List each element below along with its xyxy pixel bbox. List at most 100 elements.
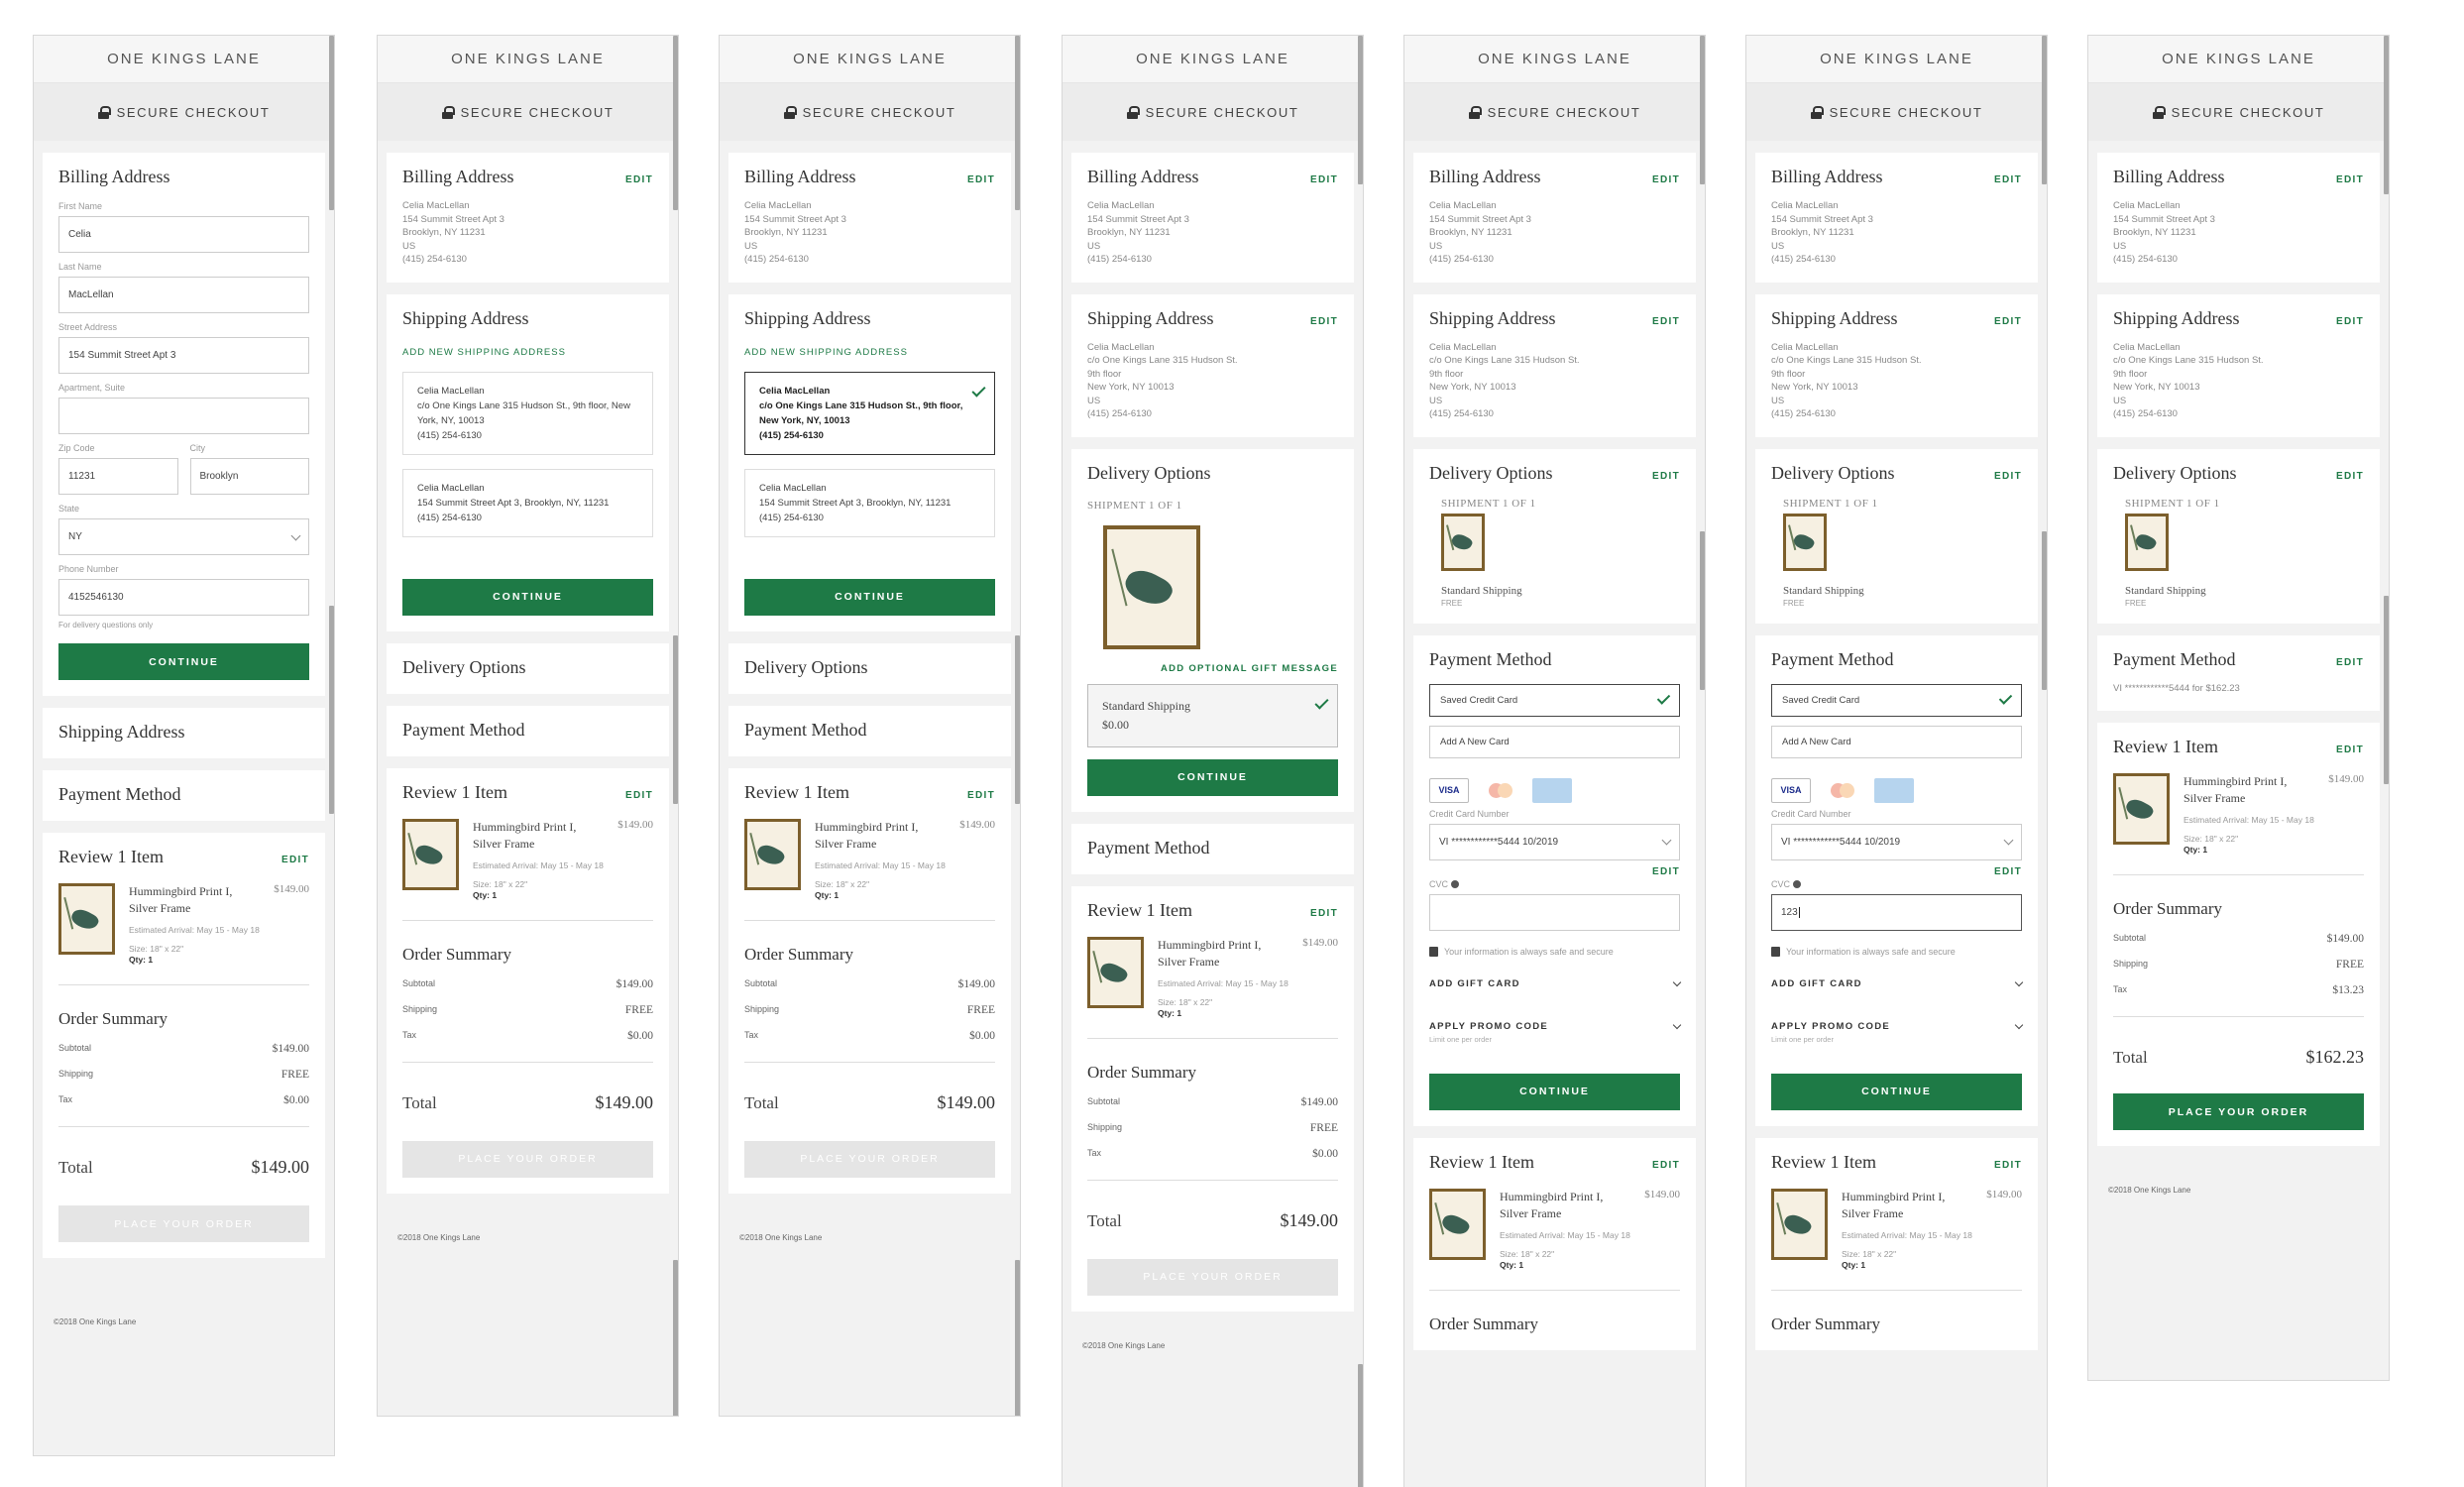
continue-button[interactable]: CONTINUE	[1771, 1073, 2022, 1110]
add-shipping-address-link[interactable]: ADD NEW SHIPPING ADDRESS	[744, 347, 995, 358]
cvc-input[interactable]	[1429, 893, 1680, 931]
saved-card-option[interactable]: Saved Credit Card	[1771, 683, 2022, 717]
gift-message-link[interactable]: ADD OPTIONAL GIFT MESSAGE	[1087, 663, 1338, 674]
scrollbar-lower[interactable]	[1015, 635, 1020, 804]
delivery-options-collapsed[interactable]: Delivery Options	[387, 642, 669, 694]
saved-card-option[interactable]: Saved Credit Card	[1429, 683, 1680, 717]
scrollbar[interactable]	[2042, 36, 2047, 184]
brand-header[interactable]: ONE KINGS LANE	[2088, 36, 2389, 83]
edit-delivery-link[interactable]: EDIT	[1994, 471, 2022, 482]
product-thumbnail[interactable]	[1771, 1188, 1828, 1260]
edit-shipping-link[interactable]: EDIT	[1994, 316, 2022, 327]
add-gift-card-toggle[interactable]: ADD GIFT CARD	[1429, 977, 1682, 989]
scrollbar[interactable]	[1015, 36, 1020, 210]
brand-header[interactable]: ONE KINGS LANE	[378, 36, 678, 83]
scrollbar-lower[interactable]	[2042, 531, 2047, 690]
new-card-option[interactable]: Add A New Card	[1429, 725, 1680, 758]
add-gift-card-toggle[interactable]: ADD GIFT CARD	[1771, 977, 2024, 989]
continue-button[interactable]: CONTINUE	[402, 578, 653, 616]
scrollbar-bottom[interactable]	[1015, 1260, 1020, 1416]
edit-billing-link[interactable]: EDIT	[2336, 174, 2364, 185]
scrollbar-lower[interactable]	[2384, 596, 2389, 784]
edit-billing-link[interactable]: EDIT	[1994, 174, 2022, 185]
card-number-select[interactable]: VI ************5444 10/2019	[1429, 823, 1680, 860]
brand-header[interactable]: ONE KINGS LANE	[1404, 36, 1705, 83]
edit-review-link[interactable]: EDIT	[1994, 1160, 2022, 1171]
edit-delivery-link[interactable]: EDIT	[1652, 471, 1680, 482]
edit-shipping-link[interactable]: EDIT	[2336, 316, 2364, 327]
place-order-button-disabled[interactable]: PLACE YOUR ORDER	[1087, 1258, 1338, 1296]
place-order-button[interactable]: PLACE YOUR ORDER	[2113, 1093, 2364, 1130]
brand-header[interactable]: ONE KINGS LANE	[34, 36, 334, 83]
apply-promo-toggle[interactable]: APPLY PROMO CODE	[1429, 1020, 1682, 1032]
brand-header[interactable]: ONE KINGS LANE	[1746, 36, 2047, 83]
payment-method-collapsed[interactable]: Payment Method	[728, 705, 1011, 756]
scrollbar[interactable]	[1358, 36, 1363, 184]
product-thumbnail[interactable]	[1429, 1188, 1486, 1260]
new-card-option[interactable]: Add A New Card	[1771, 725, 2022, 758]
scrollbar-lower[interactable]	[1358, 1364, 1363, 1487]
payment-method-collapsed[interactable]: Payment Method	[387, 705, 669, 756]
product-thumbnail[interactable]	[58, 883, 115, 955]
place-order-button-disabled[interactable]: PLACE YOUR ORDER	[58, 1205, 309, 1242]
edit-shipping-link[interactable]: EDIT	[1310, 316, 1338, 327]
continue-button[interactable]: CONTINUE	[744, 578, 995, 616]
payment-method-collapsed[interactable]: Payment Method	[1071, 823, 1354, 874]
edit-billing-link[interactable]: EDIT	[1652, 174, 1680, 185]
continue-button[interactable]: CONTINUE	[1429, 1073, 1680, 1110]
last-name-input[interactable]: MacLellan	[58, 277, 309, 313]
product-thumbnail[interactable]	[744, 818, 801, 890]
first-name-input[interactable]: Celia	[58, 216, 309, 253]
edit-review-link[interactable]: EDIT	[967, 790, 995, 801]
edit-billing-link[interactable]: EDIT	[967, 174, 995, 185]
place-order-button-disabled[interactable]: PLACE YOUR ORDER	[402, 1140, 653, 1178]
zip-code-input[interactable]: 11231	[58, 458, 178, 495]
scrollbar-lower[interactable]	[1700, 531, 1705, 690]
product-thumbnail[interactable]	[402, 818, 459, 890]
edit-card-link[interactable]: EDIT	[1429, 866, 1680, 877]
shipping-option-office[interactable]: Celia MacLellan c/o One Kings Lane 315 Hu…	[402, 371, 653, 455]
scrollbar-bottom[interactable]	[673, 1260, 678, 1416]
edit-review-link[interactable]: EDIT	[281, 855, 309, 865]
brand-header[interactable]: ONE KINGS LANE	[1063, 36, 1363, 83]
phone-input[interactable]: 4152546130	[58, 579, 309, 616]
continue-button[interactable]: CONTINUE	[58, 643, 309, 680]
card-number-select[interactable]: VI ************5444 10/2019	[1771, 823, 2022, 860]
scrollbar[interactable]	[1700, 36, 1705, 184]
edit-payment-link[interactable]: EDIT	[2336, 657, 2364, 668]
shipping-option-office-selected[interactable]: Celia MacLellan c/o One Kings Lane 315 Hu…	[744, 371, 995, 455]
cvc-input[interactable]: 123	[1771, 893, 2022, 931]
edit-billing-link[interactable]: EDIT	[625, 174, 653, 185]
edit-review-link[interactable]: EDIT	[1652, 1160, 1680, 1171]
delivery-options-collapsed[interactable]: Delivery Options	[728, 642, 1011, 694]
edit-review-link[interactable]: EDIT	[625, 790, 653, 801]
scrollbar[interactable]	[329, 36, 334, 210]
brand-header[interactable]: ONE KINGS LANE	[720, 36, 1020, 83]
scrollbar[interactable]	[2384, 36, 2389, 194]
edit-review-link[interactable]: EDIT	[2336, 744, 2364, 755]
edit-review-link[interactable]: EDIT	[1310, 908, 1338, 919]
scrollbar-lower[interactable]	[329, 606, 334, 814]
state-select[interactable]: NY	[58, 518, 309, 555]
standard-shipping-option[interactable]: Standard Shipping $0.00	[1087, 683, 1338, 747]
shipping-option-home[interactable]: Celia MacLellan 154 Summit Street Apt 3, …	[744, 468, 995, 537]
info-icon[interactable]	[1451, 880, 1460, 889]
scrollbar[interactable]	[673, 36, 678, 210]
shipping-address-collapsed[interactable]: Shipping Address	[43, 708, 325, 758]
street-address-input[interactable]: 154 Summit Street Apt 3	[58, 337, 309, 374]
edit-delivery-link[interactable]: EDIT	[2336, 471, 2364, 482]
payment-method-collapsed[interactable]: Payment Method	[43, 770, 325, 821]
place-order-button-disabled[interactable]: PLACE YOUR ORDER	[744, 1140, 995, 1178]
edit-shipping-link[interactable]: EDIT	[1652, 316, 1680, 327]
info-icon[interactable]	[1793, 880, 1802, 889]
scrollbar-lower[interactable]	[673, 635, 678, 804]
city-input[interactable]: Brooklyn	[189, 458, 309, 495]
edit-billing-link[interactable]: EDIT	[1310, 174, 1338, 185]
continue-button[interactable]: CONTINUE	[1087, 758, 1338, 796]
add-shipping-address-link[interactable]: ADD NEW SHIPPING ADDRESS	[402, 347, 653, 358]
product-thumbnail[interactable]	[2113, 773, 2170, 845]
product-thumbnail[interactable]	[1087, 936, 1144, 1008]
apply-promo-toggle[interactable]: APPLY PROMO CODE	[1771, 1020, 2024, 1032]
shipping-option-home[interactable]: Celia MacLellan 154 Summit Street Apt 3, …	[402, 468, 653, 537]
apartment-input[interactable]	[58, 398, 309, 434]
